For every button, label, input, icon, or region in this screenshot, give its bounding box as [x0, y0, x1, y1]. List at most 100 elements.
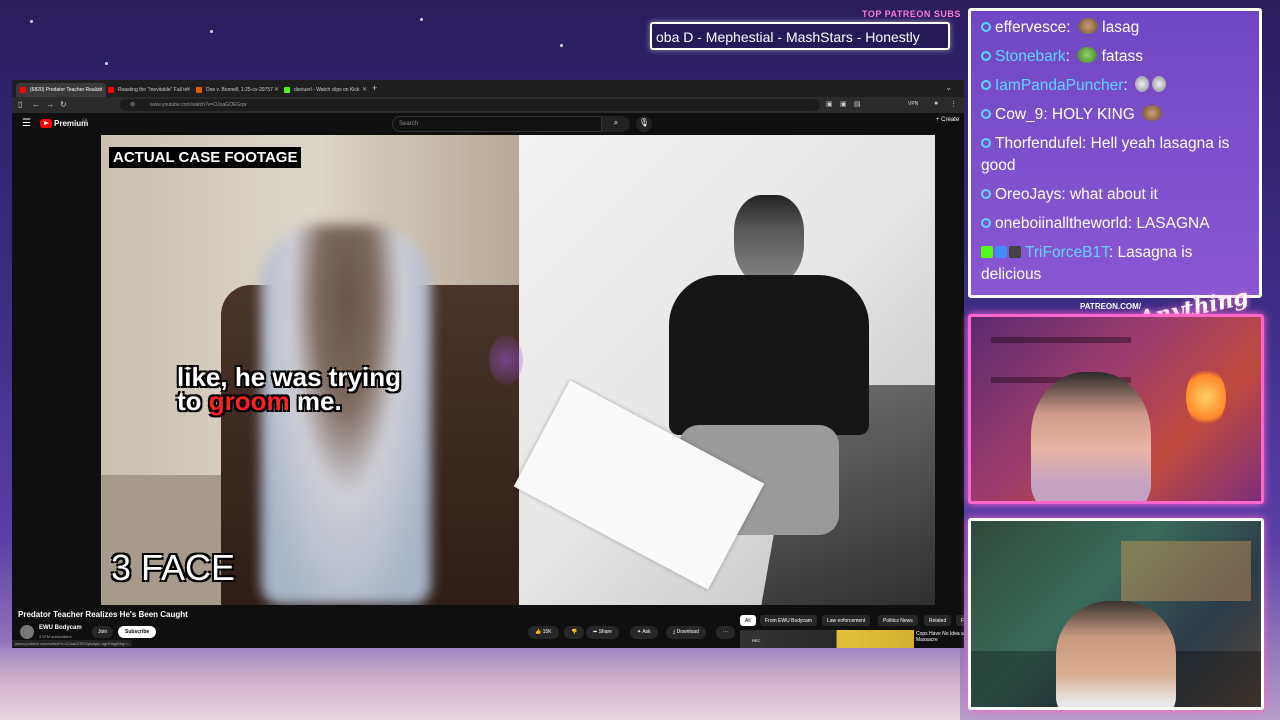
tab-kick-clips[interactable]: daniuerl - Watch clips on Kick ✕ [280, 83, 370, 97]
recommended-title[interactable]: Cops Have No Idea a Massacre [916, 631, 964, 643]
shelf [991, 337, 1131, 343]
tab-label: (6820) Predator Teacher Realize [30, 87, 103, 93]
search-button[interactable]: ⌕ [602, 116, 630, 132]
profile-icon[interactable]: ● [934, 100, 938, 107]
chat-badge-icon [981, 109, 991, 119]
thumbs-up-icon: 👍 [535, 629, 542, 635]
back-icon[interactable]: ← [32, 100, 40, 109]
video-player[interactable]: ACTUAL CASE FOOTAGE like, he was trying … [101, 135, 935, 605]
chat-text: fatass [1101, 48, 1143, 65]
share-button[interactable]: ➦ Share [586, 626, 619, 639]
download-button[interactable]: ⤓ Download [666, 626, 706, 639]
extension-icon[interactable]: ▤ [854, 100, 861, 108]
close-icon[interactable]: ✕ [98, 86, 103, 93]
chip-from-ewu-bodycam[interactable]: From EWU Bodycam [760, 615, 817, 626]
tab-roasting[interactable]: Roasting the "Inevitable" Fall to ✕ [104, 83, 194, 97]
like-button[interactable]: 👍 15K [528, 626, 559, 639]
tab-doe-v-bonnell[interactable]: Doe v. Bonnell, 1:25-cv-20757 - ✕ [192, 83, 282, 97]
join-button[interactable]: Join [92, 626, 114, 638]
close-icon[interactable]: ✕ [274, 86, 279, 93]
browser-window: (6820) Predator Teacher Realize ✕ Roasti… [12, 80, 964, 648]
chat-text: HOLY KING [1051, 106, 1135, 123]
url-field[interactable]: ⊜ www.youtube.com/watch?v=OJoaGOEGqw [120, 99, 820, 111]
star [105, 62, 108, 65]
youtube-logo-icon[interactable] [40, 119, 52, 128]
tab-predator-teacher[interactable]: (6820) Predator Teacher Realize ✕ [16, 83, 106, 97]
chat-username: Stonebark [995, 48, 1066, 65]
address-bar: ▯ ← → ↻ ⊜ www.youtube.com/watch?v=OJoaGO… [12, 97, 964, 113]
emote-icon [1077, 18, 1098, 34]
star [30, 20, 33, 23]
chat-message: Stonebark: fatass [981, 46, 1249, 68]
like-count: 15K [542, 629, 552, 635]
star [420, 18, 423, 21]
close-icon[interactable]: ✕ [186, 86, 191, 93]
chip-politics-news[interactable]: Politics News [878, 615, 918, 626]
chat-badge-icon [981, 22, 991, 32]
extension-icon[interactable]: ▣ [826, 100, 833, 108]
chip-law-enforcement[interactable]: Law enforcement [822, 615, 871, 626]
ask-label: Ask [642, 629, 651, 635]
caption-pre: to [177, 386, 209, 416]
channel-name[interactable]: EWU Bodycam [39, 625, 82, 631]
chat-username: effervesce [995, 19, 1067, 36]
caption-highlight: groom [208, 386, 290, 416]
chip-more[interactable]: F [956, 615, 964, 626]
forward-icon[interactable]: → [46, 100, 54, 109]
chevron-down-icon[interactable]: ⌄ [945, 83, 952, 92]
sidebar-icon[interactable]: ▯ [18, 100, 22, 109]
chat-message: Cow_9: HOLY KING [981, 104, 1249, 126]
emote-icon [1142, 105, 1163, 121]
share-icon: ➦ [593, 629, 598, 635]
menu-icon[interactable]: ⋮ [950, 100, 957, 108]
chat-message: oneboiinalltheworld: LASAGNA [981, 213, 1249, 235]
download-icon: ⤓ [673, 629, 676, 635]
search-input[interactable]: Search [392, 116, 602, 132]
chat-message: OreoJays: what about it [981, 184, 1249, 206]
subscriber-badge-icon [995, 246, 1007, 258]
chip-all[interactable]: All [740, 615, 756, 626]
caption-post: me. [289, 386, 342, 416]
create-button[interactable]: + Create [936, 117, 959, 123]
patreon-subs-ticker: oba D - Mephestial - MashStars - Honestl… [650, 22, 950, 50]
skull-emote-icon [1152, 76, 1167, 92]
skull-emote-icon [1135, 76, 1150, 92]
channel-subscriber-count: 3.57M subscribers [39, 634, 72, 639]
more-actions-button[interactable]: ··· [716, 626, 735, 639]
thumbs-down-icon: 👎 [571, 629, 578, 635]
voice-search-button[interactable]: 🎙 [636, 116, 652, 132]
channel-watermark-icon [489, 335, 523, 385]
youtube-header: ☰ Premium CA Search ⌕ 🎙 + Create [12, 113, 964, 135]
star [210, 30, 213, 33]
microphone-icon: 🎙 [638, 118, 650, 127]
channel-avatar[interactable] [20, 625, 34, 639]
chat-badge-icon [981, 218, 991, 228]
ask-button[interactable]: ✦ Ask [630, 626, 658, 639]
reload-icon[interactable]: ↻ [60, 100, 67, 109]
patreon-label: PATREON.COM/ [1080, 302, 1142, 311]
chat-badge-icon [981, 80, 991, 90]
hamburger-menu-icon[interactable]: ☰ [22, 118, 31, 129]
share-label: Share [598, 629, 612, 635]
background-clouds [0, 640, 960, 720]
chip-related[interactable]: Related [924, 615, 952, 626]
recommended-thumbnail[interactable] [740, 630, 914, 648]
chat-username: TriForceB1T [1025, 244, 1109, 261]
close-icon[interactable]: ✕ [362, 86, 367, 93]
subscribe-button[interactable]: Subscribe [118, 626, 157, 638]
chat-message: TriForceB1T: Lasagna is delicious [981, 244, 1193, 283]
chat-username: Thorfendufel [995, 135, 1083, 152]
chat-text: what about it [1069, 186, 1158, 203]
streamer-webcam [968, 314, 1264, 504]
sparkle-icon: ✦ [637, 629, 642, 635]
lamp [1186, 367, 1226, 427]
chat-username: IamPandaPuncher [995, 77, 1124, 94]
search-icon: ⌕ [613, 118, 619, 127]
download-label: Download [676, 629, 699, 635]
new-tab-button[interactable]: + [372, 83, 377, 93]
extension-icon[interactable]: ▣ [840, 100, 847, 108]
emote-icon [1077, 47, 1098, 63]
site-info-icon[interactable]: ⊜ [130, 101, 135, 108]
dislike-button[interactable]: 👎 [564, 626, 585, 639]
vpn-button[interactable]: VPN [908, 101, 918, 107]
